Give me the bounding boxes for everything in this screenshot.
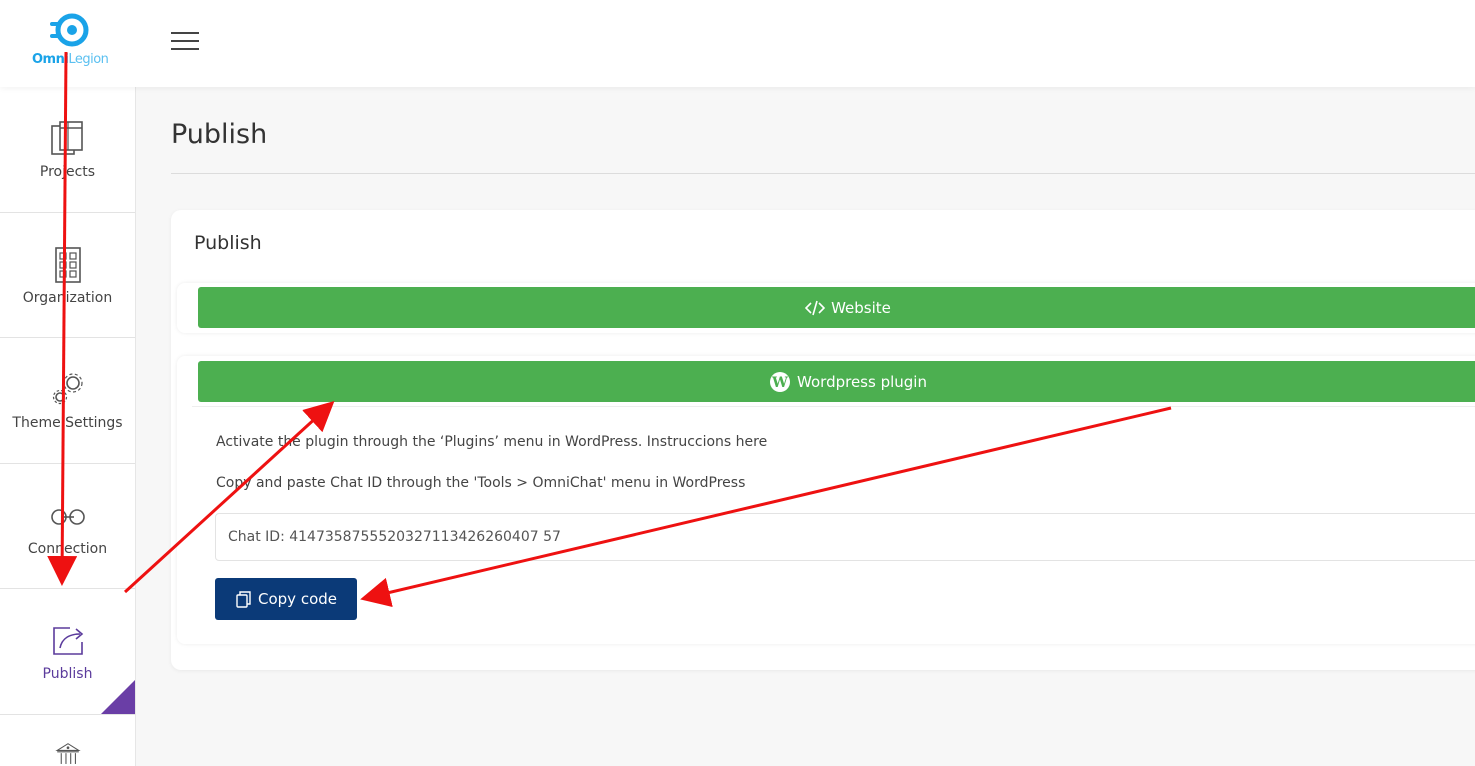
bank-icon <box>54 742 81 764</box>
website-button[interactable]: Website <box>198 287 1475 328</box>
projects-icon <box>50 121 83 156</box>
card-title: Publish <box>194 232 262 254</box>
active-indicator <box>101 679 135 714</box>
sidebar-item-theme-settings[interactable]: Theme Settings <box>0 338 135 464</box>
share-icon <box>52 627 83 656</box>
sidebar-item-projects[interactable]: Projects <box>0 87 135 213</box>
sidebar-item-organization[interactable]: Organization <box>0 213 135 338</box>
page-title: Publish <box>171 119 268 150</box>
sidebar-item-publish[interactable]: Publish <box>0 589 135 715</box>
sidebar: Projects Organization Theme Settings Con… <box>0 87 136 766</box>
instruction-copy: Copy and paste Chat ID through the 'Tool… <box>216 475 746 491</box>
wordpress-panel: W Wordpress plugin Activate the plugin t… <box>177 356 1475 644</box>
website-label: Website <box>831 298 891 317</box>
website-panel: Website <box>177 283 1475 333</box>
menu-toggle-icon[interactable] <box>171 32 199 52</box>
sidebar-item-connection[interactable]: Connection <box>0 464 135 589</box>
wordpress-icon: W <box>769 371 791 393</box>
sidebar-item-bank[interactable] <box>0 715 135 766</box>
sidebar-item-label: Organization <box>22 289 113 306</box>
instruction-activate: Activate the plugin through the ‘Plugins… <box>216 434 768 450</box>
chat-id-field[interactable]: Chat ID: 4147358755520327113426260407 57 <box>215 513 1475 561</box>
building-icon <box>54 246 81 283</box>
main-content: Publish Publish Website W Wordpress plug… <box>136 87 1475 766</box>
copy-code-label: Copy code <box>258 590 337 608</box>
publish-card: Publish Website W Wordpress plugin Activ… <box>171 210 1475 670</box>
svg-text:W: W <box>771 375 788 391</box>
sidebar-item-label: Theme Settings <box>12 415 123 432</box>
copy-icon <box>235 590 253 608</box>
omnilegion-logo[interactable]: OmniLegion <box>28 12 109 72</box>
wordpress-plugin-button[interactable]: W Wordpress plugin <box>198 361 1475 402</box>
link-icon <box>50 508 85 525</box>
copy-code-button[interactable]: Copy code <box>215 578 357 620</box>
code-icon <box>805 300 826 316</box>
sidebar-item-label: Connection <box>27 540 108 557</box>
logo-mark-icon <box>50 13 89 47</box>
sidebar-item-label: Projects <box>39 164 96 181</box>
gears-icon <box>52 373 83 405</box>
logo-text: OmniLegion <box>32 52 109 67</box>
wordpress-label: Wordpress plugin <box>797 372 927 391</box>
title-divider <box>171 173 1475 174</box>
sidebar-item-label: Publish <box>42 666 93 683</box>
top-bar: OmniLegion <box>0 0 1475 87</box>
wordpress-details: Activate the plugin through the ‘Plugins… <box>192 406 1475 644</box>
